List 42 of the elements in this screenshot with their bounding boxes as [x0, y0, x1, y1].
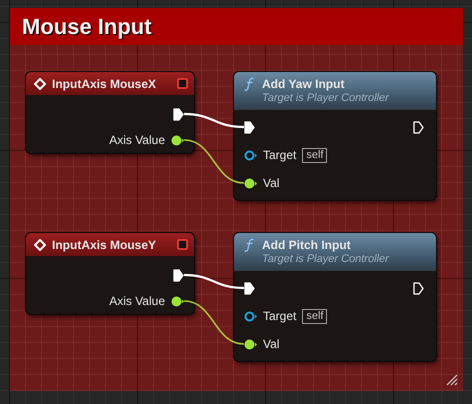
- float-pin-icon[interactable]: [171, 134, 184, 146]
- event-node[interactable]: InputAxis MouseY Axis Value: [26, 233, 194, 314]
- exec-wire: [184, 274, 244, 290]
- pin-label: Axis Value: [109, 133, 165, 147]
- data-wire: [184, 139, 244, 184]
- comment-title[interactable]: Mouse Input: [10, 8, 463, 45]
- event-node[interactable]: InputAxis MouseX Axis Value: [26, 72, 194, 153]
- exec-pin-icon[interactable]: [173, 108, 184, 120]
- exec-pin-icon[interactable]: [413, 120, 424, 134]
- exec-pin-icon[interactable]: [413, 282, 424, 294]
- pin-label: Target: [263, 309, 296, 323]
- float-pin-icon[interactable]: [171, 296, 184, 306]
- pin-label: Val: [263, 176, 280, 190]
- diamond-icon[interactable]: [34, 78, 46, 90]
- default-value-field[interactable]: self: [302, 148, 328, 162]
- exec-pin-icon[interactable]: [244, 282, 255, 294]
- exec-pin-icon[interactable]: [173, 268, 184, 282]
- data-wire: [184, 300, 244, 345]
- node-title: Add Yaw Input: [262, 76, 344, 90]
- pin-label: Axis Value: [109, 294, 165, 308]
- resize-grip-icon[interactable]: [446, 374, 458, 386]
- exec-wire: [184, 112, 244, 128]
- float-pin-icon[interactable]: [244, 338, 257, 350]
- node-title: InputAxis MouseY: [52, 238, 158, 252]
- square-icon[interactable]: [177, 239, 188, 250]
- diamond-icon[interactable]: [34, 238, 46, 250]
- node-subtitle: Target is Player Controller: [261, 92, 390, 104]
- pin-label: Val: [263, 337, 280, 351]
- object-pin-icon[interactable]: [244, 310, 257, 322]
- node-title: Add Pitch Input: [262, 238, 351, 252]
- function-icon: [244, 76, 254, 90]
- default-value-field[interactable]: self: [302, 308, 328, 324]
- function-icon: [244, 238, 254, 252]
- node-subtitle: Target is Player Controller: [261, 253, 390, 265]
- float-pin-icon[interactable]: [244, 178, 257, 188]
- pin-label: Target: [263, 148, 296, 162]
- exec-pin-icon[interactable]: [244, 120, 255, 134]
- function-node[interactable]: Add Yaw Input Target is Player Controller Target self Val: [234, 72, 436, 200]
- square-icon[interactable]: [177, 78, 188, 89]
- object-pin-icon[interactable]: [244, 150, 257, 160]
- function-node[interactable]: Add Pitch Input Target is Player Controller Target self Val: [234, 233, 436, 361]
- node-title: InputAxis MouseX: [52, 76, 158, 90]
